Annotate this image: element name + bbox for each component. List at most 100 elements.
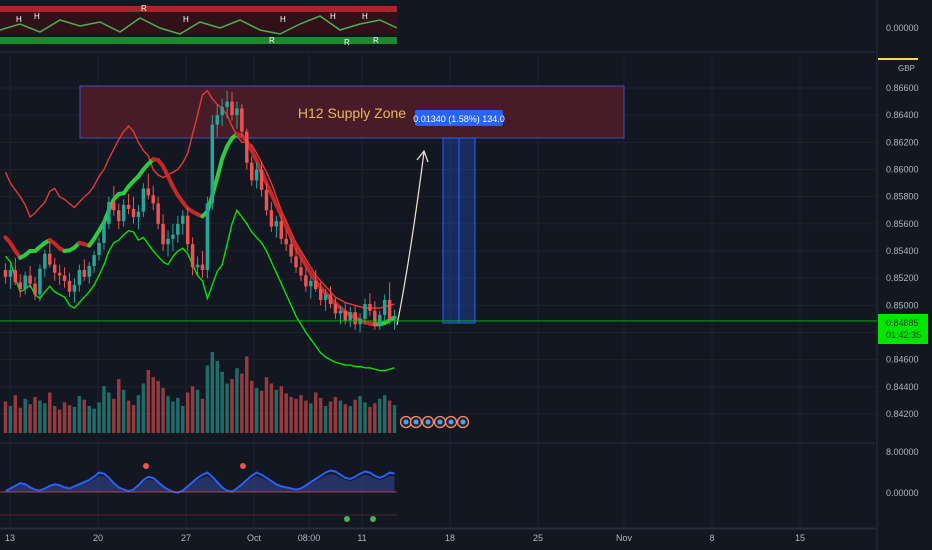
volume-bar	[181, 406, 185, 433]
candle-body	[309, 280, 313, 287]
time-axis-label: 25	[533, 533, 543, 543]
volume-bar	[82, 399, 86, 433]
volume-bar	[171, 401, 175, 433]
candle-body	[304, 275, 308, 287]
volume-bar	[230, 379, 234, 433]
volume-bar	[156, 380, 160, 433]
volume-bar	[279, 386, 283, 433]
candle-body	[195, 264, 200, 268]
projection-arrow[interactable]	[396, 149, 429, 326]
volume-bar	[304, 400, 308, 433]
candle-body	[294, 256, 298, 268]
candle-body	[146, 188, 151, 196]
candle-body	[323, 294, 328, 300]
volume-bar	[23, 398, 27, 433]
candle-body	[43, 253, 47, 269]
event-flag-icon-dot	[448, 419, 454, 425]
volume-bar	[382, 395, 387, 433]
candle-body	[126, 204, 131, 209]
volume-bar	[358, 396, 362, 433]
volume-bar	[48, 392, 52, 433]
candle-body	[343, 310, 348, 321]
candle-body	[328, 294, 333, 304]
candle-body	[141, 188, 146, 212]
top-indicator-marker-h: H	[183, 15, 189, 24]
projection-arrow-line	[396, 151, 425, 326]
volume-bar	[205, 365, 210, 433]
candle-body	[240, 108, 244, 132]
measure-label: 0.01340 (1.58%) 134.0	[413, 114, 505, 124]
event-flag-icon-dot	[403, 419, 409, 425]
candle-body	[92, 255, 96, 266]
volume-bar	[294, 398, 298, 433]
candle-body	[387, 299, 392, 319]
volume-bar	[373, 403, 377, 433]
volume-bar	[141, 383, 146, 433]
volume-bar	[92, 408, 96, 433]
top-indicator-marker-h: H	[16, 15, 22, 24]
price-axis-tick: 0.85400	[886, 246, 919, 256]
volume-bar	[245, 356, 249, 433]
oscillator-signal-dot	[344, 516, 350, 522]
volume-bar	[215, 361, 219, 433]
time-axis-label: 8	[709, 533, 714, 543]
candle-body	[62, 275, 67, 281]
volume-bar	[318, 397, 323, 433]
candle-body	[151, 195, 155, 204]
event-flag-icon-dot	[425, 419, 431, 425]
top-indicator-marker-h: H	[330, 12, 336, 21]
volume-bar	[274, 389, 279, 433]
trading-chart[interactable]: H H R H H H H R R R H12 Supply Zone 0.01…	[0, 0, 932, 550]
volume-bars	[3, 352, 397, 433]
candle-body	[353, 312, 357, 325]
volume-bar	[176, 397, 180, 433]
volume-bar	[254, 388, 259, 433]
candle-body	[166, 238, 170, 245]
volume-bar	[126, 400, 131, 433]
volume-bar	[190, 386, 195, 433]
candle-body	[136, 211, 141, 218]
price-axis-tick: 0.86400	[886, 110, 919, 120]
volume-bar	[136, 395, 141, 433]
volume-bar	[289, 397, 293, 433]
time-axis[interactable]: 13 20 27 Oct 08:00 11 18 25 Nov 8 15	[0, 528, 877, 543]
candle-body	[190, 244, 195, 268]
candle-body	[82, 270, 86, 277]
price-axis-tick-osc: 8.00000	[886, 447, 919, 457]
volume-bar	[62, 402, 67, 433]
top-indicator-marker-r: R	[344, 38, 350, 47]
candle-body	[279, 221, 283, 239]
time-axis-label: 11	[357, 533, 366, 543]
volume-bar	[161, 388, 165, 433]
candle-body	[8, 270, 13, 277]
event-icons[interactable]	[399, 415, 470, 429]
candle-body	[333, 303, 338, 314]
candle-body	[392, 316, 397, 319]
volume-bar	[77, 396, 82, 433]
top-indicator-marker-r: R	[373, 36, 379, 45]
candle-body	[338, 310, 343, 314]
candle-body	[225, 101, 229, 108]
candle-body	[28, 275, 32, 284]
volume-bar	[195, 389, 200, 433]
supply-zone[interactable]: H12 Supply Zone	[79, 85, 625, 139]
candle-body	[33, 283, 37, 295]
volume-bar	[18, 407, 22, 433]
volume-bar	[131, 405, 136, 433]
time-axis-label: Nov	[616, 533, 633, 543]
time-axis-label: 08:00	[298, 533, 321, 543]
candle-body	[220, 107, 224, 116]
volume-bar	[387, 400, 392, 433]
candle-body	[72, 284, 77, 292]
price-axis[interactable]: 0.86600 0.86400 0.86200 0.86000 0.85800 0.856…	[876, 0, 932, 550]
candle-body	[205, 203, 210, 271]
volume-bar	[299, 395, 303, 433]
volume-bar	[338, 400, 343, 433]
volume-bar	[146, 370, 151, 433]
candle-body	[52, 264, 57, 273]
price-axis-tick: 0.85000	[886, 300, 919, 310]
candle-body	[358, 318, 362, 325]
volume-bar	[97, 402, 101, 433]
price-axis-tick-top: 0.00000	[886, 23, 919, 33]
volume-bar	[249, 380, 254, 433]
